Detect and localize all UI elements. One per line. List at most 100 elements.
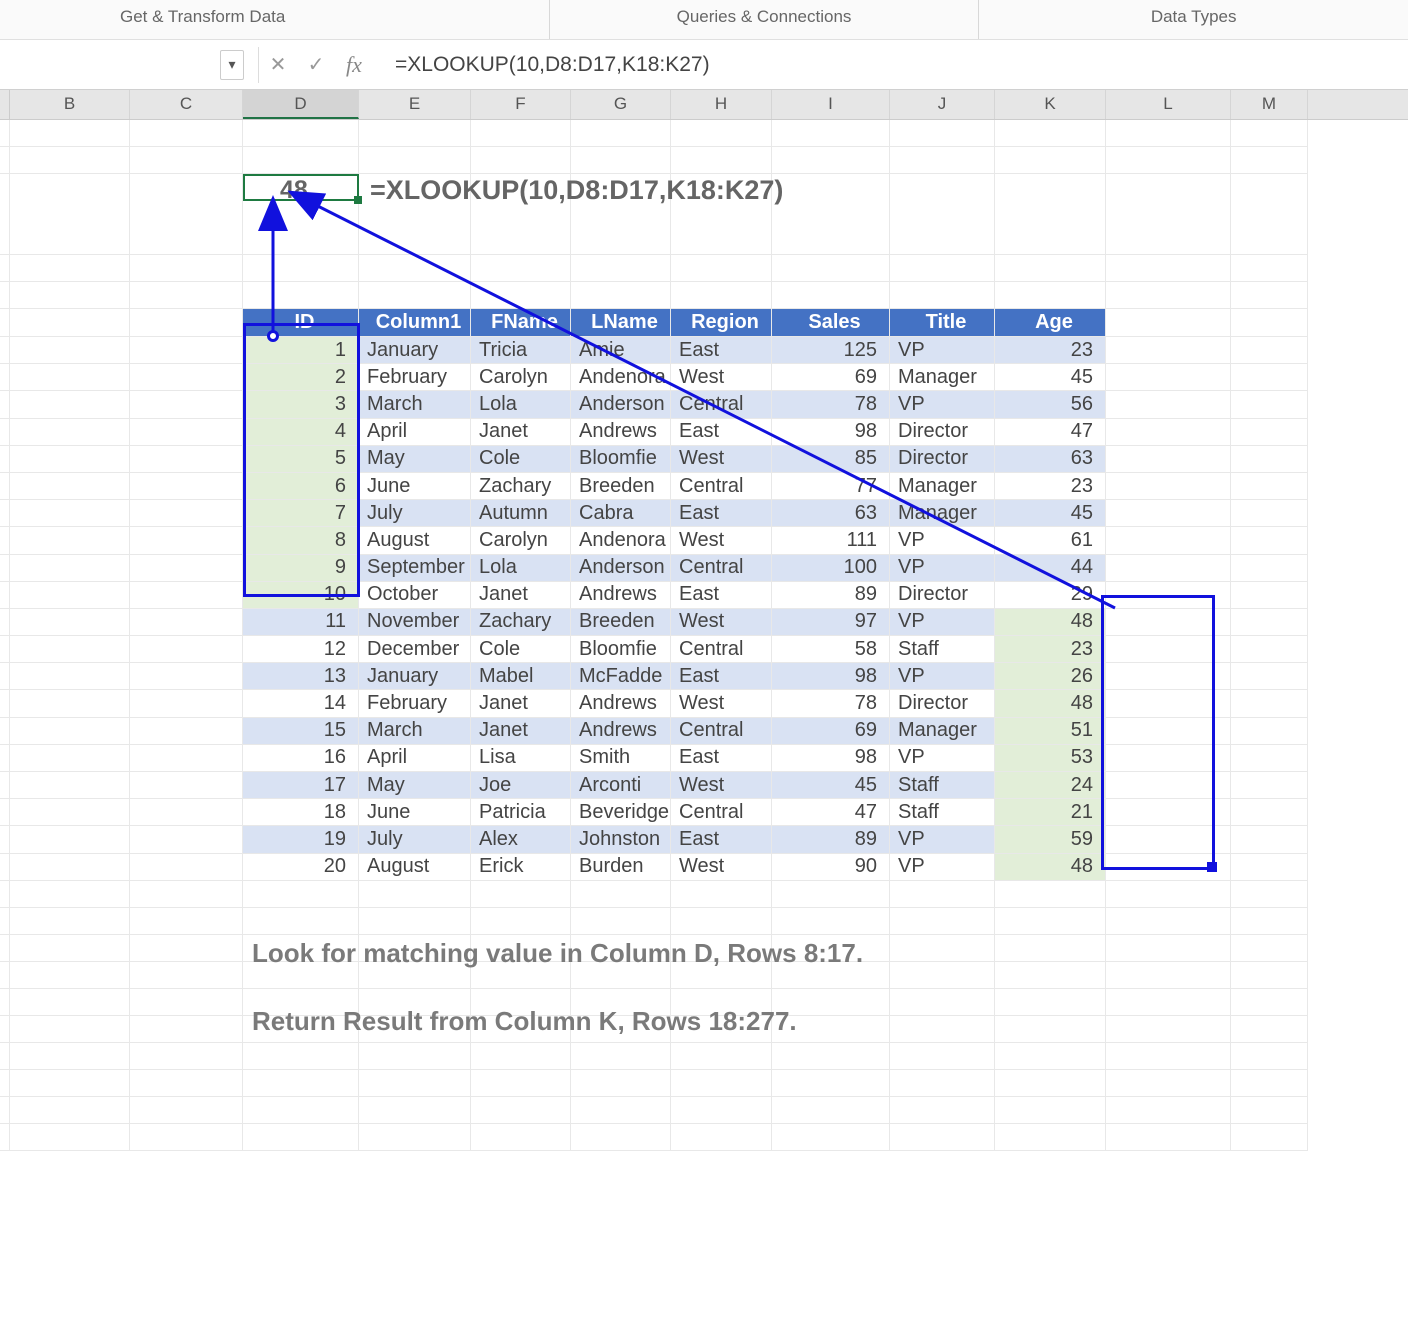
table-cell[interactable]: 4 [243, 419, 359, 446]
table-cell[interactable]: Zachary [471, 473, 571, 500]
cell[interactable] [1231, 174, 1308, 255]
cell[interactable] [359, 881, 471, 908]
cell[interactable] [772, 908, 890, 935]
cell[interactable] [1106, 1124, 1231, 1151]
table-cell[interactable]: April [359, 419, 471, 446]
table-cell[interactable]: 69 [772, 718, 890, 745]
table-cell[interactable]: VP [890, 337, 995, 364]
cell[interactable] [130, 663, 243, 690]
cell[interactable] [995, 174, 1106, 255]
table-cell[interactable]: Tricia [471, 337, 571, 364]
cell[interactable] [995, 1097, 1106, 1124]
table-cell[interactable]: October [359, 582, 471, 609]
cell[interactable] [1231, 881, 1308, 908]
cell[interactable] [995, 120, 1106, 147]
table-cell[interactable]: 59 [995, 826, 1106, 853]
cell[interactable] [10, 1124, 130, 1151]
cell[interactable] [10, 555, 130, 582]
cell[interactable] [1106, 854, 1231, 881]
table-cell[interactable]: Erick [471, 854, 571, 881]
cell[interactable] [1106, 1097, 1231, 1124]
cell[interactable] [1106, 147, 1231, 174]
cell[interactable] [359, 147, 471, 174]
fill-handle[interactable] [354, 196, 362, 204]
cell[interactable] [0, 282, 10, 309]
table-cell[interactable]: 47 [772, 799, 890, 826]
table-cell[interactable]: VP [890, 609, 995, 636]
cell[interactable] [772, 1043, 890, 1070]
cell[interactable] [0, 989, 10, 1016]
table-cell[interactable]: Andrews [571, 718, 671, 745]
cell[interactable] [130, 500, 243, 527]
cell[interactable] [772, 1124, 890, 1151]
cell[interactable] [0, 473, 10, 500]
cell[interactable] [130, 337, 243, 364]
table-cell[interactable]: Andrews [571, 690, 671, 717]
cell[interactable] [10, 1016, 130, 1043]
table-cell[interactable]: 56 [995, 391, 1106, 418]
cell[interactable] [571, 120, 671, 147]
table-cell[interactable]: 12 [243, 636, 359, 663]
cell[interactable] [1231, 690, 1308, 717]
table-cell[interactable]: Central [671, 473, 772, 500]
table-cell[interactable]: Manager [890, 473, 995, 500]
table-cell[interactable]: VP [890, 745, 995, 772]
cell[interactable] [1231, 1043, 1308, 1070]
table-cell[interactable]: 89 [772, 826, 890, 853]
cell[interactable] [995, 908, 1106, 935]
cell[interactable] [1106, 799, 1231, 826]
cell[interactable] [10, 282, 130, 309]
table-cell[interactable]: Central [671, 391, 772, 418]
table-cell[interactable]: 10 [243, 582, 359, 609]
name-box[interactable]: ▾ [0, 50, 250, 80]
table-cell[interactable]: July [359, 500, 471, 527]
table-cell[interactable]: Andrews [571, 582, 671, 609]
table-cell[interactable]: 63 [772, 500, 890, 527]
cell[interactable] [10, 446, 130, 473]
cell[interactable] [130, 1124, 243, 1151]
cell[interactable] [0, 419, 10, 446]
table-cell[interactable]: June [359, 473, 471, 500]
cell[interactable] [1231, 908, 1308, 935]
cell[interactable] [995, 1016, 1106, 1043]
cell[interactable] [10, 718, 130, 745]
table-cell[interactable]: 78 [772, 690, 890, 717]
table-cell[interactable]: 97 [772, 609, 890, 636]
cell[interactable] [995, 282, 1106, 309]
table-cell[interactable]: Cole [471, 636, 571, 663]
cell[interactable] [130, 527, 243, 554]
cell[interactable] [130, 364, 243, 391]
table-cell[interactable]: 24 [995, 772, 1106, 799]
table-cell[interactable]: 18 [243, 799, 359, 826]
cell[interactable] [0, 174, 10, 255]
cell[interactable] [1231, 799, 1308, 826]
cell[interactable] [471, 147, 571, 174]
table-cell[interactable]: 3 [243, 391, 359, 418]
cell[interactable] [130, 908, 243, 935]
col-header-B[interactable]: B [10, 90, 130, 119]
cell[interactable] [1231, 989, 1308, 1016]
cell[interactable] [10, 147, 130, 174]
formula-accept-icon[interactable]: ✓ [297, 46, 335, 84]
cell[interactable] [1106, 419, 1231, 446]
cell[interactable] [10, 881, 130, 908]
table-cell[interactable]: Andenora [571, 527, 671, 554]
cell[interactable] [0, 826, 10, 853]
table-cell[interactable]: Manager [890, 364, 995, 391]
cell[interactable] [471, 1043, 571, 1070]
table-cell[interactable]: 85 [772, 446, 890, 473]
table-cell[interactable]: 13 [243, 663, 359, 690]
cell[interactable] [0, 1070, 10, 1097]
cell[interactable] [471, 120, 571, 147]
table-cell[interactable]: East [671, 582, 772, 609]
table-cell[interactable]: Manager [890, 500, 995, 527]
cell[interactable] [130, 826, 243, 853]
table-cell[interactable]: Janet [471, 718, 571, 745]
cell[interactable] [1231, 935, 1308, 962]
cell[interactable] [130, 881, 243, 908]
cell[interactable] [243, 255, 359, 282]
cell[interactable] [130, 772, 243, 799]
cell[interactable] [0, 935, 10, 962]
cell[interactable] [1231, 120, 1308, 147]
table-cell[interactable]: 98 [772, 419, 890, 446]
